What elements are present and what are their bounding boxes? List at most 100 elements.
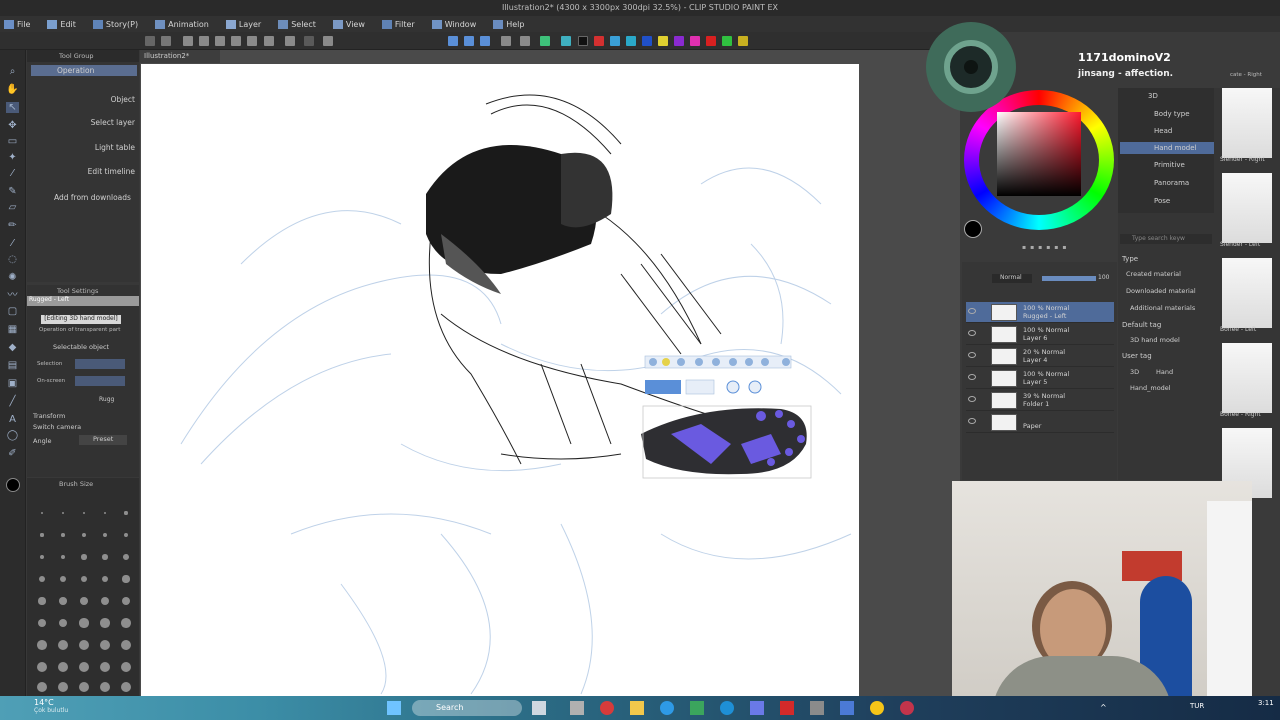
brush-size-preset[interactable] bbox=[82, 533, 86, 537]
brush-size-preset[interactable] bbox=[58, 662, 68, 672]
brush-tool-icon[interactable]: ⁄ bbox=[6, 238, 19, 249]
color-green-swatch[interactable] bbox=[722, 36, 732, 46]
visibility-eye-icon[interactable] bbox=[968, 352, 976, 358]
clock-time[interactable]: 3:11 bbox=[1258, 699, 1274, 707]
menu-list-icon[interactable] bbox=[145, 36, 155, 46]
document-tab[interactable]: Illustration2* bbox=[140, 50, 220, 63]
correct-line-tool-icon[interactable]: ✐ bbox=[6, 448, 19, 459]
brush-size-preset[interactable] bbox=[82, 511, 86, 515]
selection-tool-icon[interactable]: ▭ bbox=[6, 136, 19, 147]
brush-size-preset[interactable] bbox=[79, 640, 89, 650]
brush-size-preset[interactable] bbox=[41, 512, 43, 514]
brush-size-preset[interactable] bbox=[100, 682, 110, 692]
main-color-swatch[interactable] bbox=[6, 478, 20, 492]
color-teal-swatch[interactable] bbox=[626, 36, 636, 46]
material-thumbnail[interactable] bbox=[1222, 258, 1272, 328]
undo-icon[interactable] bbox=[285, 36, 295, 46]
brush-size-preset[interactable] bbox=[79, 618, 89, 628]
edge-icon[interactable] bbox=[720, 701, 734, 715]
file-explorer-icon[interactable] bbox=[630, 701, 644, 715]
chrome-icon[interactable] bbox=[660, 701, 674, 715]
brush-size-preset[interactable] bbox=[37, 662, 47, 672]
brush-size-preset[interactable] bbox=[102, 554, 108, 560]
brush-size-preset[interactable] bbox=[37, 640, 47, 650]
input-language[interactable]: TUR bbox=[1190, 702, 1204, 710]
brush-size-preset[interactable] bbox=[39, 576, 45, 582]
saturation-value-square[interactable] bbox=[997, 112, 1081, 196]
opacity-slider[interactable] bbox=[1042, 276, 1096, 281]
rugged-value[interactable]: Rugg bbox=[99, 396, 114, 403]
opacity-value[interactable]: 100 bbox=[1098, 274, 1109, 281]
color-yellow-swatch[interactable] bbox=[658, 36, 668, 46]
balloon-tool-icon[interactable]: ◯ bbox=[6, 430, 19, 441]
subtool-light-table[interactable]: Light table bbox=[31, 143, 137, 154]
taskbar-search[interactable]: Search bbox=[412, 700, 522, 716]
color-pink-swatch[interactable] bbox=[690, 36, 700, 46]
settings-icon[interactable] bbox=[323, 36, 333, 46]
weather-temp[interactable]: 14°C bbox=[34, 698, 54, 707]
transform-section[interactable]: Transform bbox=[33, 412, 65, 420]
material-thumbnail[interactable] bbox=[1222, 343, 1272, 413]
preset-dropdown[interactable]: Preset bbox=[79, 435, 127, 445]
ruler-tool-icon[interactable]: ▦ bbox=[6, 324, 19, 335]
gradient-tool-icon[interactable]: ▤ bbox=[6, 360, 19, 371]
ruler-icon[interactable] bbox=[464, 36, 474, 46]
pen-line-icon[interactable] bbox=[480, 36, 490, 46]
menu-story[interactable]: Story(P) bbox=[92, 19, 138, 29]
brush-size-preset[interactable] bbox=[61, 533, 65, 537]
frame-tool-icon[interactable]: ▣ bbox=[6, 378, 19, 389]
layer-row[interactable]: 20 % Normal Layer 4 bbox=[966, 346, 1114, 367]
brush-size-preset[interactable] bbox=[60, 554, 66, 560]
app-icon-2[interactable] bbox=[690, 701, 704, 715]
brush-size-preset[interactable] bbox=[103, 511, 107, 515]
material-search-input[interactable]: Type search keyw bbox=[1120, 234, 1212, 244]
menu-edit[interactable]: Edit bbox=[47, 19, 76, 29]
tree-item-3d[interactable]: 3D bbox=[1148, 92, 1158, 100]
menu-view[interactable]: View bbox=[332, 19, 365, 29]
menu-animation[interactable]: Animation bbox=[155, 19, 209, 29]
print-icon[interactable] bbox=[247, 36, 257, 46]
menu-file[interactable]: File bbox=[4, 19, 30, 29]
cloud-icon[interactable] bbox=[161, 36, 171, 46]
auto-select-tool-icon[interactable]: ✦ bbox=[6, 152, 19, 163]
material-thumbnail[interactable] bbox=[1222, 173, 1272, 243]
menu-filter[interactable]: Filter bbox=[381, 19, 415, 29]
layer-row[interactable]: Paper bbox=[966, 412, 1114, 433]
material-thumbnail[interactable] bbox=[1222, 88, 1272, 158]
pen-tool-icon[interactable]: ✎ bbox=[6, 186, 19, 197]
brush-size-preset[interactable] bbox=[123, 532, 129, 538]
line-tool-icon[interactable]: ╱ bbox=[6, 396, 19, 407]
fill-tool-icon[interactable]: ◆ bbox=[6, 342, 19, 353]
blend-tool-icon[interactable]: 〰 bbox=[6, 290, 19, 301]
type-downloaded[interactable]: Downloaded material bbox=[1126, 287, 1196, 295]
visibility-eye-icon[interactable] bbox=[968, 374, 976, 380]
layer-row[interactable]: 100 % Normal Rugged - Left bbox=[966, 302, 1114, 323]
menu-layer[interactable]: Layer bbox=[225, 19, 261, 29]
selection-mode-toggle[interactable] bbox=[75, 359, 125, 369]
hand-tool-icon[interactable]: ✋ bbox=[6, 84, 19, 95]
tree-item-primitive[interactable]: Primitive bbox=[1154, 161, 1185, 169]
airbrush-tool-icon[interactable]: ◌ bbox=[6, 254, 19, 265]
tree-item-panorama[interactable]: Panorama bbox=[1154, 179, 1189, 187]
brush-size-preset[interactable] bbox=[100, 662, 110, 672]
tree-item-pose[interactable]: Pose bbox=[1154, 197, 1170, 205]
app-icon-5[interactable] bbox=[810, 701, 824, 715]
export-icon[interactable] bbox=[231, 36, 241, 46]
brush-size-preset[interactable] bbox=[58, 682, 68, 692]
subtool-edit-timeline[interactable]: Edit timeline bbox=[31, 167, 137, 178]
brush-size-preset[interactable] bbox=[79, 682, 89, 692]
blend-mode-dropdown[interactable]: Normal bbox=[992, 274, 1032, 283]
visibility-eye-icon[interactable] bbox=[968, 418, 976, 424]
brush-size-preset[interactable] bbox=[121, 618, 131, 628]
brush-size-preset[interactable] bbox=[39, 554, 45, 560]
brush-size-preset[interactable] bbox=[59, 575, 67, 583]
user-tag-hand[interactable]: Hand bbox=[1156, 368, 1173, 376]
type-created[interactable]: Created material bbox=[1126, 270, 1181, 278]
type-additional[interactable]: Additional materials bbox=[1130, 304, 1195, 312]
redo-icon[interactable] bbox=[304, 36, 314, 46]
layer-row[interactable]: 100 % Normal Layer 6 bbox=[966, 324, 1114, 345]
tree-item-head[interactable]: Head bbox=[1154, 127, 1172, 135]
color-cyan-swatch[interactable] bbox=[610, 36, 620, 46]
brush-size-preset[interactable] bbox=[80, 597, 88, 605]
color-gold-swatch[interactable] bbox=[738, 36, 748, 46]
